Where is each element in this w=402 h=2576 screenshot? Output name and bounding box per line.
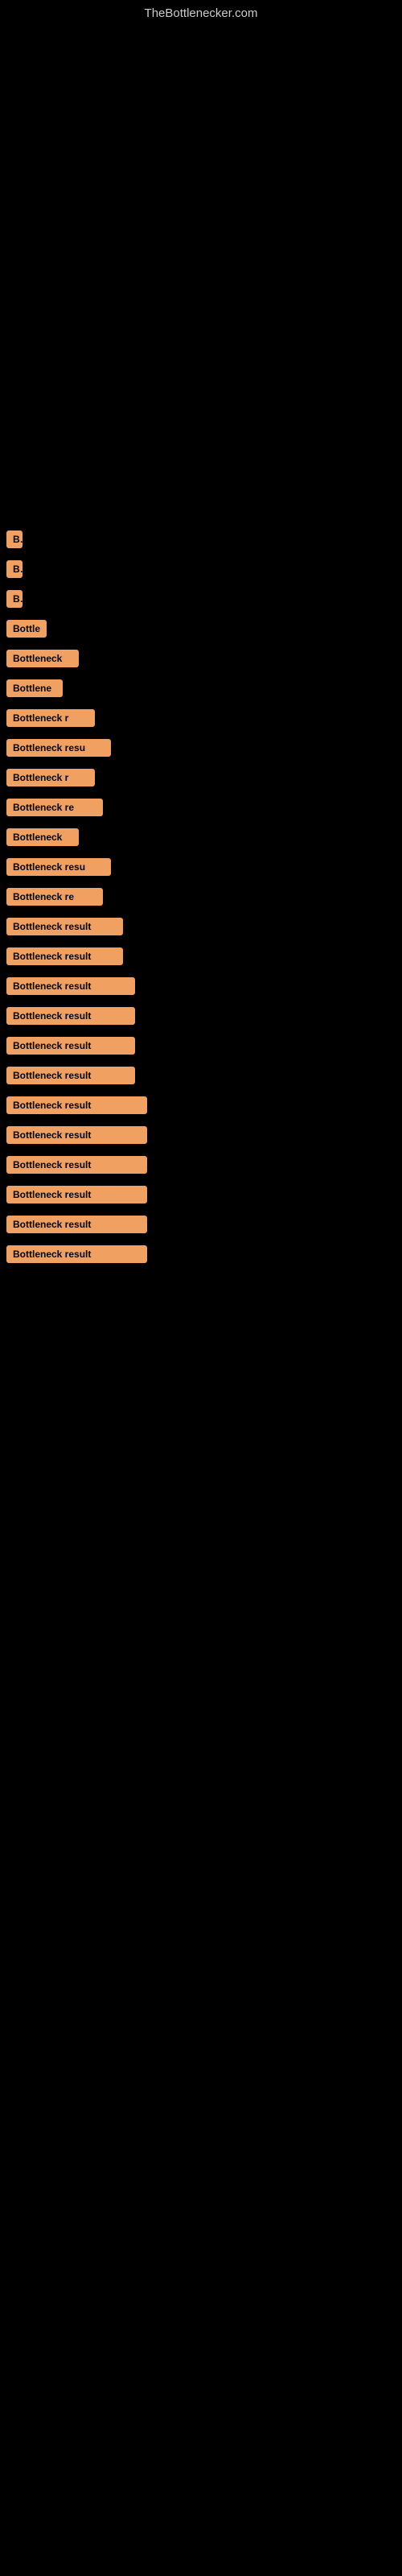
bottleneck-result-badge[interactable]: Bottleneck result — [6, 1186, 147, 1203]
result-row: Bottleneck re — [0, 888, 402, 910]
bottleneck-result-badge[interactable]: Bottleneck result — [6, 1216, 147, 1233]
result-row: Bottleneck result — [0, 977, 402, 999]
result-row: Bottleneck result — [0, 1156, 402, 1178]
result-row: Bottleneck result — [0, 1037, 402, 1059]
bottleneck-result-badge[interactable]: B — [6, 590, 23, 608]
result-row: Bottleneck result — [0, 1007, 402, 1029]
result-row: Bottleneck result — [0, 1186, 402, 1208]
result-row: Bottleneck — [0, 650, 402, 671]
site-title: TheBottlenecker.com — [0, 0, 402, 23]
result-row: Bottleneck resu — [0, 739, 402, 761]
bottleneck-result-badge[interactable]: Bottlene — [6, 679, 63, 697]
bottleneck-result-badge[interactable]: Bottleneck result — [6, 947, 123, 965]
result-row: B — [0, 590, 402, 612]
bottleneck-result-badge[interactable]: B — [6, 560, 23, 578]
main-chart-area — [0, 23, 402, 522]
result-row: Bottleneck r — [0, 709, 402, 731]
result-row: Bottleneck result — [0, 1245, 402, 1267]
bottleneck-result-badge[interactable]: Bottleneck result — [6, 1067, 135, 1084]
result-row: Bottleneck result — [0, 1067, 402, 1088]
bottleneck-result-badge[interactable]: Bottleneck result — [6, 1007, 135, 1025]
bottleneck-result-badge[interactable]: B — [6, 530, 23, 548]
result-row: Bottleneck — [0, 828, 402, 850]
bottleneck-result-badge[interactable]: Bottleneck resu — [6, 739, 111, 757]
result-row: B — [0, 560, 402, 582]
bottleneck-result-badge[interactable]: Bottleneck result — [6, 1037, 135, 1055]
bottleneck-result-badge[interactable]: Bottle — [6, 620, 47, 638]
bottleneck-result-badge[interactable]: Bottleneck result — [6, 977, 135, 995]
result-row: Bottleneck resu — [0, 858, 402, 880]
bottleneck-result-badge[interactable]: Bottleneck result — [6, 1126, 147, 1144]
bottleneck-result-badge[interactable]: Bottleneck r — [6, 709, 95, 727]
bottleneck-result-badge[interactable]: Bottleneck re — [6, 888, 103, 906]
bottleneck-result-badge[interactable]: Bottleneck result — [6, 1096, 147, 1114]
result-row: B — [0, 530, 402, 552]
results-section: BBBBottleBottleneckBottleneBottleneck rB… — [0, 530, 402, 1291]
bottleneck-result-badge[interactable]: Bottleneck — [6, 650, 79, 667]
bottleneck-result-badge[interactable]: Bottleneck result — [6, 1156, 147, 1174]
result-row: Bottleneck re — [0, 799, 402, 820]
result-row: Bottleneck r — [0, 769, 402, 791]
bottleneck-result-badge[interactable]: Bottleneck r — [6, 769, 95, 786]
result-row: Bottle — [0, 620, 402, 642]
result-row: Bottlene — [0, 679, 402, 701]
result-row: Bottleneck result — [0, 1126, 402, 1148]
bottleneck-result-badge[interactable]: Bottleneck result — [6, 1245, 147, 1263]
result-row: Bottleneck result — [0, 947, 402, 969]
result-row: Bottleneck result — [0, 1096, 402, 1118]
bottleneck-result-badge[interactable]: Bottleneck — [6, 828, 79, 846]
bottleneck-result-badge[interactable]: Bottleneck re — [6, 799, 103, 816]
bottleneck-result-badge[interactable]: Bottleneck result — [6, 918, 123, 935]
result-row: Bottleneck result — [0, 918, 402, 939]
result-row: Bottleneck result — [0, 1216, 402, 1237]
bottleneck-result-badge[interactable]: Bottleneck resu — [6, 858, 111, 876]
